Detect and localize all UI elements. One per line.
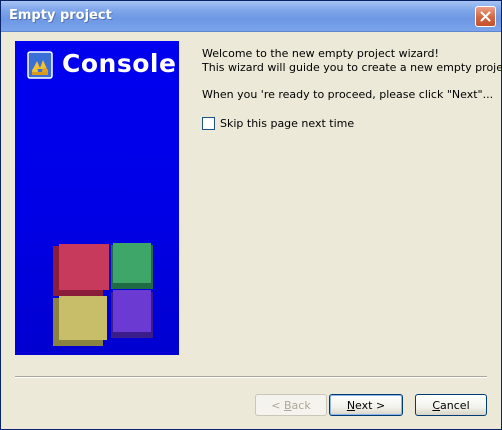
- button-separator: [15, 376, 487, 378]
- wizard-banner: Console: [15, 41, 179, 355]
- wizard-window: Empty project Console Welcome to the new…: [0, 0, 502, 430]
- cancel-button[interactable]: Cancel: [415, 394, 487, 416]
- intro-text: Welcome to the new empty project wizard!…: [202, 47, 502, 75]
- title-bar[interactable]: Empty project: [1, 1, 501, 32]
- cancel-mnemonic: C: [432, 398, 441, 412]
- window-title: Empty project: [9, 8, 112, 23]
- dialog-body: Console Welcome to the new empty project…: [1, 32, 502, 429]
- skip-page-label[interactable]: Skip this page next time: [220, 117, 354, 130]
- colored-cubes-graphic: [53, 243, 153, 346]
- intro-line-2: This wizard will guide you to create a n…: [202, 61, 502, 74]
- cancel-rest: ancel: [440, 398, 470, 412]
- skip-page-option[interactable]: Skip this page next time: [202, 117, 354, 130]
- next-mnemonic: N: [346, 398, 356, 412]
- banner-title: Console: [62, 49, 177, 78]
- proceed-instruction: When you 're ready to proceed, please cl…: [202, 88, 494, 101]
- close-icon: [480, 11, 491, 22]
- skip-page-checkbox[interactable]: [202, 117, 215, 130]
- codeblocks-logo-icon: [27, 51, 53, 79]
- back-rest: ack: [291, 398, 311, 412]
- next-rest: ext >: [355, 398, 386, 412]
- back-prefix: <: [271, 398, 284, 412]
- intro-line-1: Welcome to the new empty project wizard!: [202, 47, 439, 60]
- next-button[interactable]: Next >: [329, 394, 403, 416]
- back-mnemonic: B: [284, 398, 292, 412]
- close-button[interactable]: [475, 6, 496, 27]
- back-button[interactable]: < Back: [255, 394, 327, 416]
